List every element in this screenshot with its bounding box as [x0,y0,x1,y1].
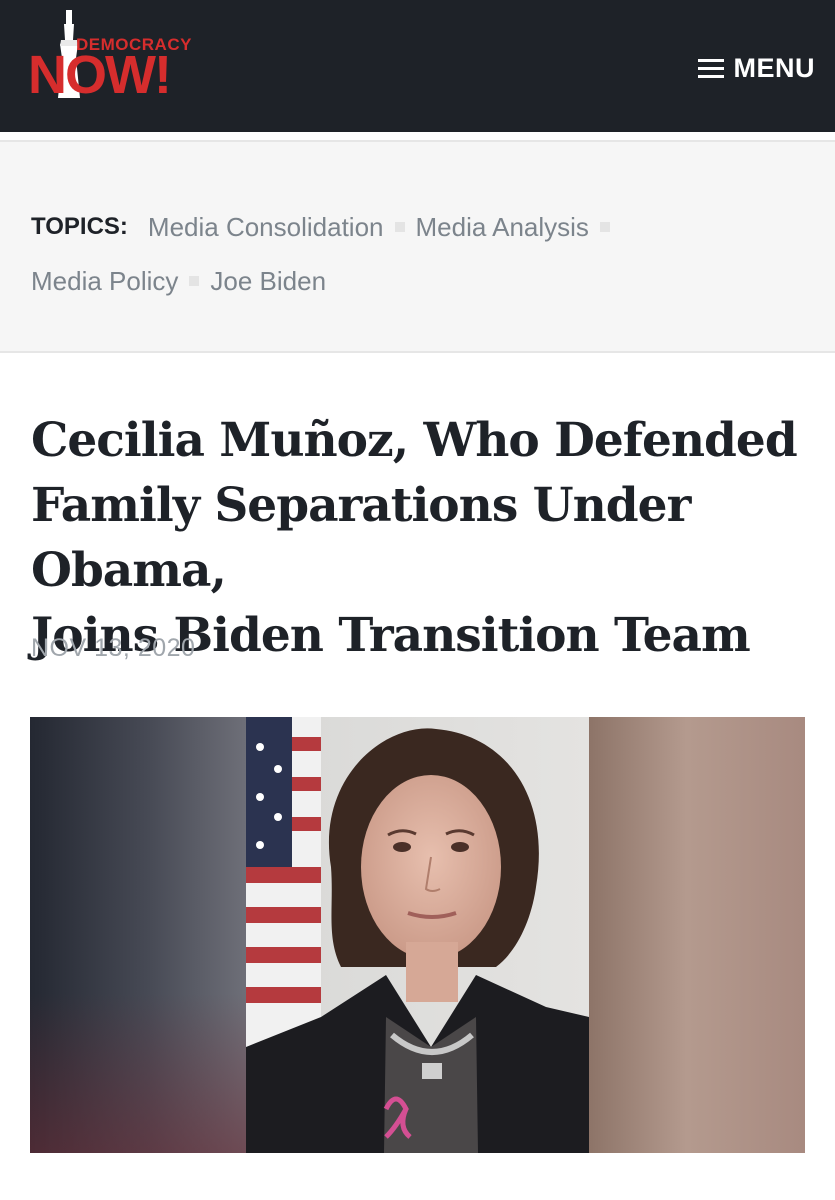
topic-separator [394,222,405,232]
topics-bar: TOPICS: Media Consolidation Media Analys… [0,140,835,353]
topic-link-joe-biden[interactable]: Joe Biden [210,266,326,297]
article-title-line: Cecilia Muñoz, Who Defended [31,413,798,468]
topics-label: TOPICS: [31,213,128,240]
topic-link-media-policy[interactable]: Media Policy [31,266,178,297]
article-date: NOV 13, 2020 [31,634,196,662]
menu-label: MENU [733,52,815,83]
democracy-now-logo[interactable]: DEMOCRACY NOW! [28,10,193,102]
topic-separator [599,222,610,232]
portrait-photo-icon [246,717,589,1153]
topic-link-media-consolidation[interactable]: Media Consolidation [148,212,384,243]
hamburger-menu-icon [697,58,724,78]
menu-button[interactable]: MENU [697,48,816,88]
topic-separator [189,276,200,286]
article-title: Cecilia Muñoz, Who Defended Family Separ… [31,408,821,668]
hero-blur-left [30,717,246,1153]
hero-blur-right [589,717,805,1153]
topic-link-media-analysis[interactable]: Media Analysis [416,212,589,243]
logo-main-word: NOW! [28,45,172,105]
article-title-line: Family Separations Under Obama, [31,478,691,598]
site-header: DEMOCRACY NOW! MENU [0,0,835,132]
article-hero-image[interactable] [30,717,805,1153]
